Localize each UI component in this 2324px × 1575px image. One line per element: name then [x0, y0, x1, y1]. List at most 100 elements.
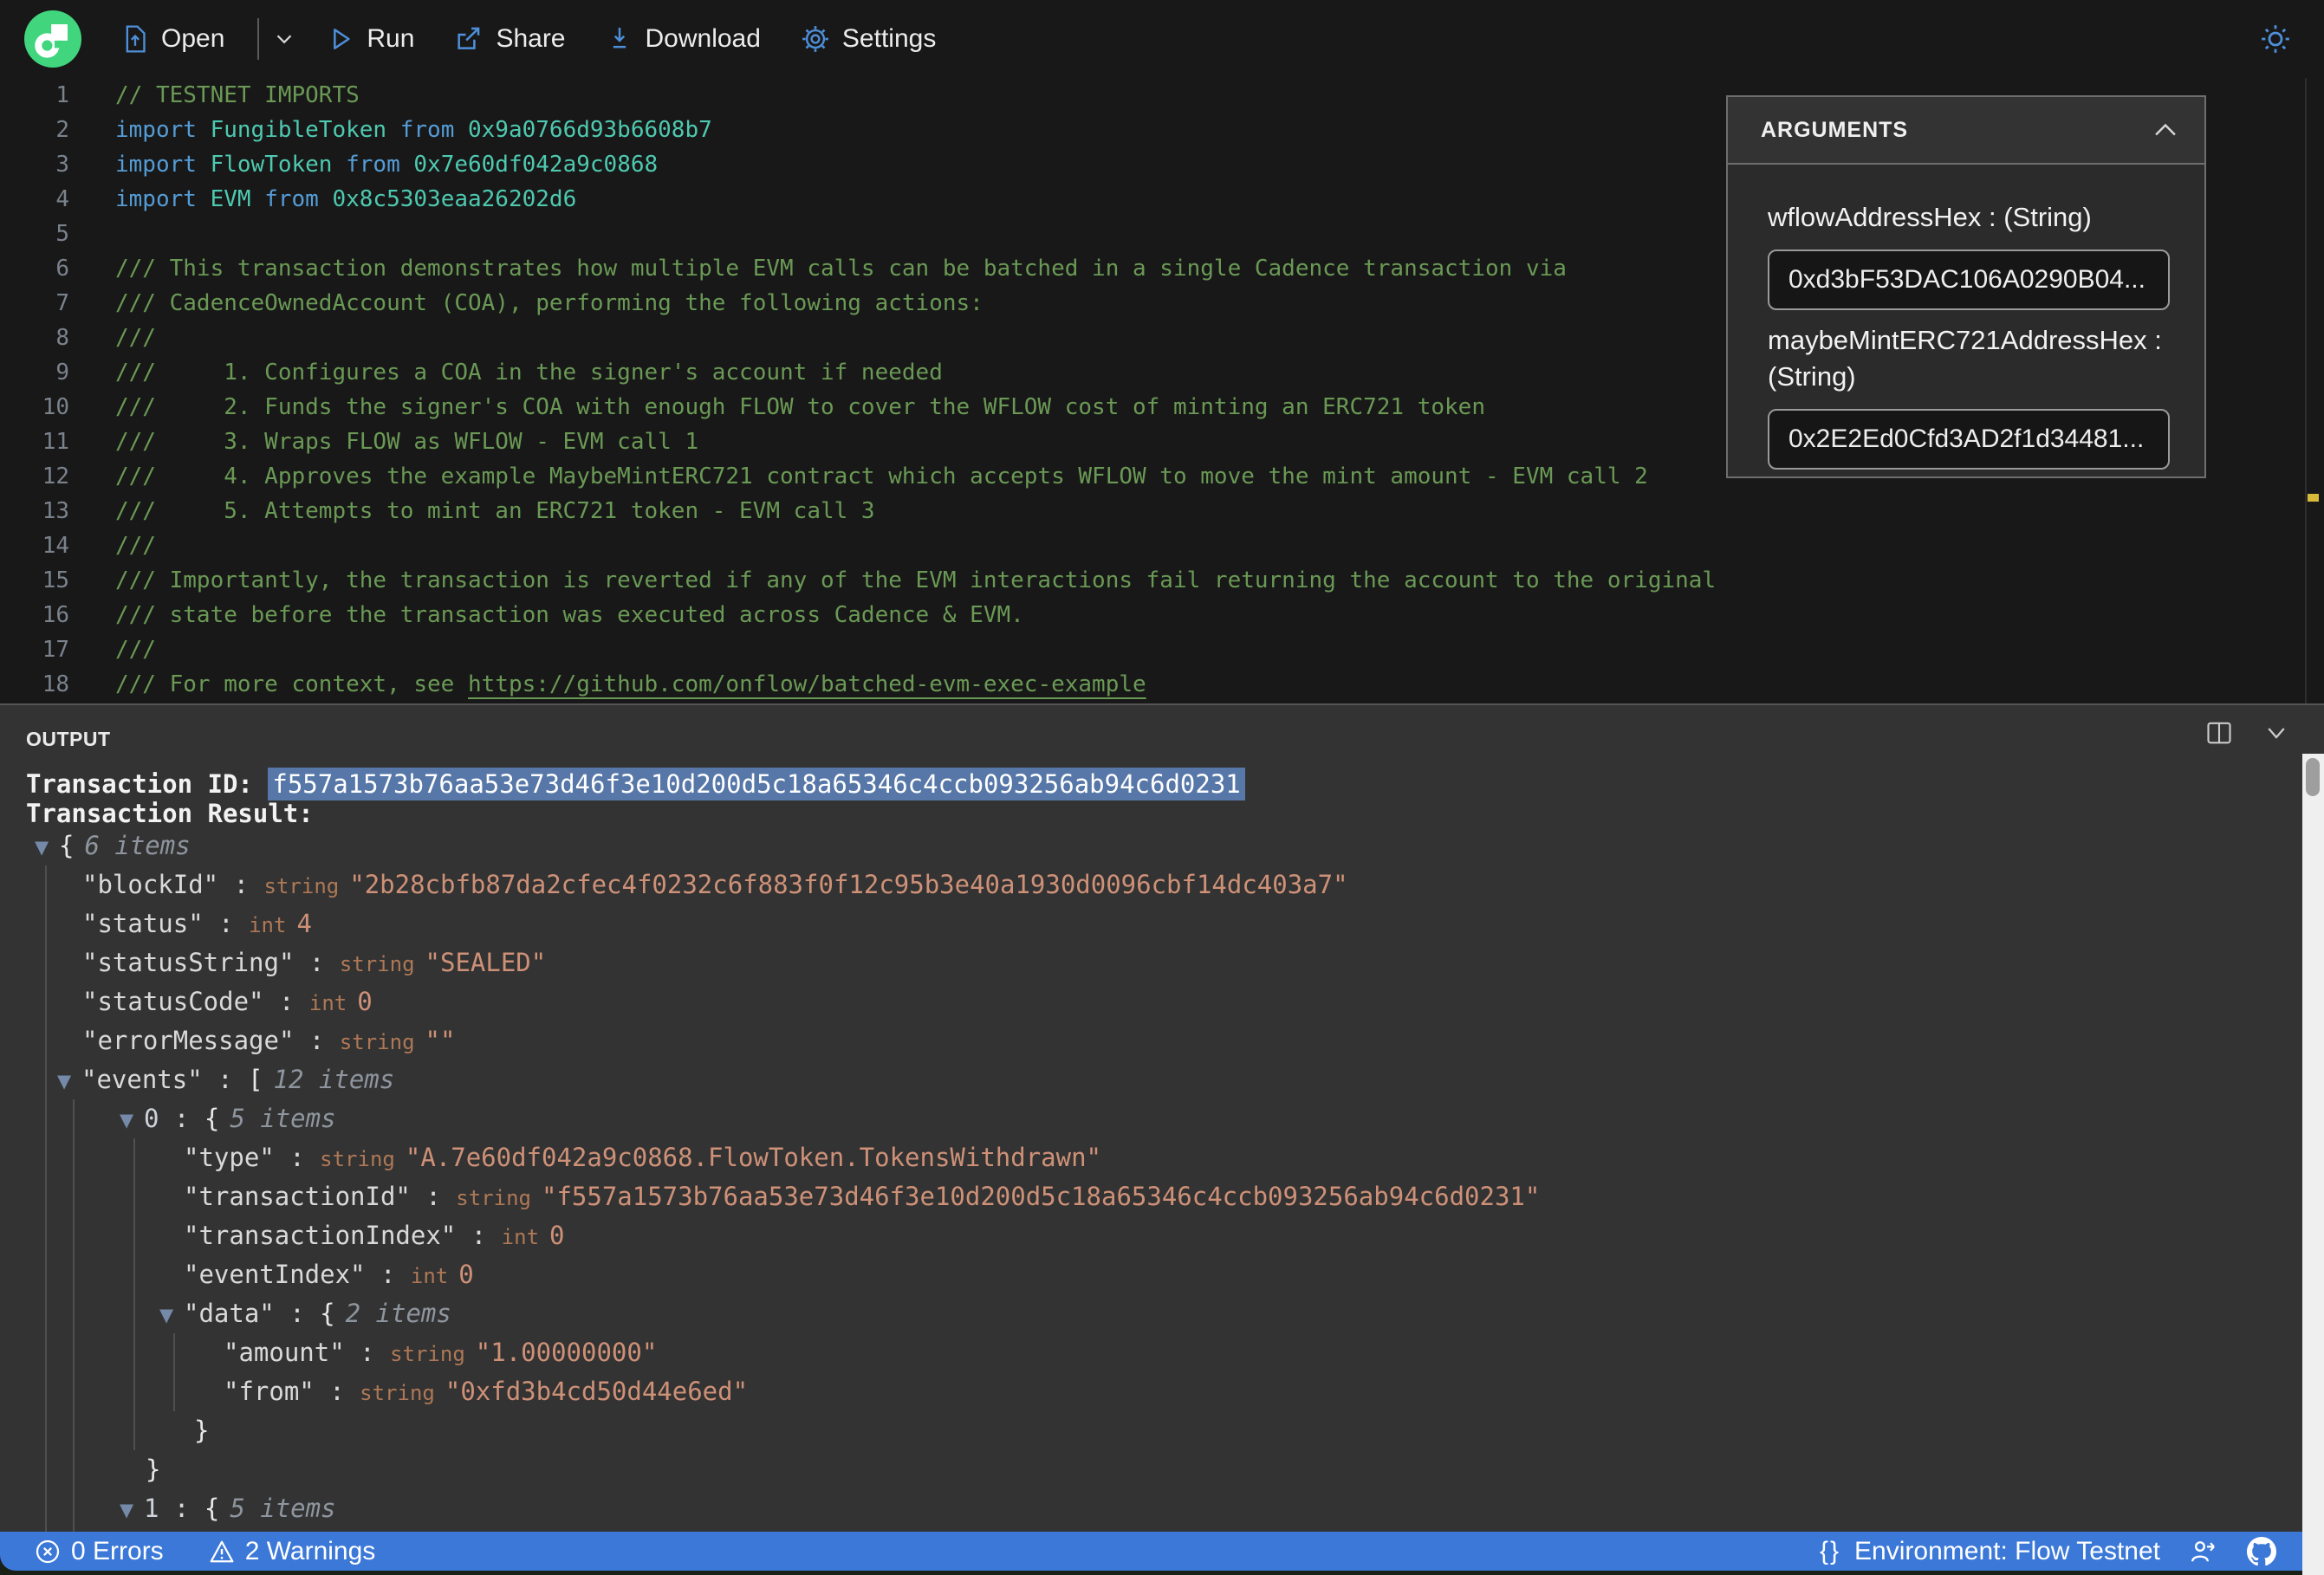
code-segment: // TESTNET IMPORTS	[115, 82, 360, 108]
theme-toggle-button[interactable]	[2258, 22, 2293, 56]
json-colon: :	[274, 1143, 321, 1172]
code-segment: ///	[115, 637, 156, 663]
line-number: 13	[42, 498, 69, 524]
json-type: string	[339, 1030, 415, 1054]
output-scrollbar-thumb[interactable]	[2306, 758, 2320, 796]
code-text: ///	[69, 528, 156, 563]
open-dropdown-button[interactable]	[271, 26, 297, 52]
json-row: }	[0, 1411, 2301, 1450]
json-num: 0	[549, 1221, 565, 1250]
json-meta: 5 items	[230, 1104, 336, 1133]
collapse-caret-icon[interactable]: ▼	[120, 1101, 144, 1140]
json-colon: :	[294, 1026, 340, 1055]
run-button[interactable]: Run	[327, 24, 414, 54]
json-brace: }	[194, 1416, 210, 1445]
json-row: "status" : int 4	[0, 904, 2301, 943]
chevron-down-icon	[277, 35, 292, 44]
code-segment: /// This transaction demonstrates how mu…	[115, 256, 1567, 282]
json-colon: :	[410, 1182, 457, 1211]
json-str: "1.00000000"	[475, 1338, 658, 1367]
chevron-down-icon[interactable]	[2263, 721, 2289, 745]
code-text: /// state before the transaction was exe…	[69, 598, 1024, 632]
json-brace: {	[204, 1494, 220, 1523]
open-button[interactable]: Open	[121, 24, 224, 54]
json-colon: :	[263, 987, 309, 1016]
code-segment: ///	[115, 325, 156, 351]
json-row: ▼ 0 : {5 items	[0, 1099, 2301, 1138]
json-meta: 2 items	[345, 1299, 451, 1328]
github-icon[interactable]	[2247, 1536, 2276, 1566]
line-number: 8	[55, 325, 69, 351]
open-label: Open	[161, 24, 225, 53]
run-label: Run	[367, 24, 415, 53]
warning-marker	[2308, 494, 2319, 502]
warnings-indicator[interactable]: 2 Warnings	[209, 1537, 375, 1566]
line-number: 16	[42, 602, 69, 628]
maybemint-address-input[interactable]: 0x2E2Ed0Cfd3AD2f1d34481...	[1768, 409, 2170, 470]
code-segment: /// 2. Funds the signer's COA with enoug…	[115, 394, 1485, 420]
json-brace: }	[146, 1455, 161, 1484]
transaction-id-row: Transaction ID: f557a1573b76aa53e73d46f3…	[26, 768, 1245, 800]
json-str: "0xfd3b4cd50d44e6ed"	[445, 1377, 749, 1406]
json-row: "blockId" : string "2b28cbfb87da2cfec4f02…	[0, 865, 2301, 904]
json-key: "data"	[184, 1299, 275, 1328]
errors-indicator[interactable]: 0 Errors	[35, 1537, 164, 1566]
code-segment: /// For more context, see	[115, 671, 468, 697]
code-segment: /// state before the transaction was exe…	[115, 602, 1024, 628]
download-label: Download	[645, 24, 761, 53]
json-type: int	[249, 913, 287, 937]
json-row: }	[0, 1450, 2301, 1489]
code-text: import EVM from 0x8c5303eaa26202d6	[69, 182, 576, 217]
json-row: "transactionIndex" : int 0	[0, 1216, 2301, 1255]
line-number: 10	[42, 394, 69, 420]
json-num: 0	[357, 987, 373, 1016]
code-link[interactable]: https://github.com/onflow/batched-evm-ex…	[468, 671, 1146, 697]
json-colon: :	[294, 948, 340, 977]
code-text: /// 4. Approves the example MaybeMintERC…	[69, 459, 1648, 494]
collapse-caret-icon[interactable]: ▼	[57, 1062, 81, 1101]
code-segment: import	[115, 152, 211, 178]
code-text: // TESTNET IMPORTS	[69, 78, 360, 113]
code-segment: from	[386, 117, 468, 143]
chevron-up-icon[interactable]	[2152, 120, 2178, 139]
code-segment: EVM	[210, 186, 251, 212]
settings-button[interactable]: Settings	[801, 24, 936, 54]
json-row: "statusCode" : int 0	[0, 982, 2301, 1021]
json-brace: {	[204, 1104, 220, 1133]
code-text: /// For more context, see https://github…	[69, 667, 1146, 702]
collapse-caret-icon[interactable]: ▼	[120, 1491, 144, 1530]
wflow-address-input[interactable]: 0xd3bF53DAC106A0290B04...	[1768, 250, 2170, 310]
json-row: ▼ "events" : [12 items	[0, 1060, 2301, 1099]
json-num: 0	[458, 1260, 474, 1289]
line-number: 3	[55, 152, 69, 178]
transaction-id-label: Transaction ID:	[26, 769, 269, 799]
argument-label: maybeMintERC721AddressHex : (String)	[1768, 325, 2162, 392]
line-number: 6	[55, 256, 69, 282]
split-editor-icon[interactable]	[2206, 721, 2232, 745]
editor-overview-ruler	[2305, 78, 2307, 703]
arguments-body: wflowAddressHex : (String) 0xd3bF53DAC10…	[1728, 165, 2204, 470]
status-bar: 0 Errors 2 Warnings {} Environment: Flow…	[0, 1532, 2302, 1571]
collapse-caret-icon[interactable]: ▼	[159, 1296, 184, 1335]
collapse-caret-icon[interactable]: ▼	[35, 828, 59, 867]
json-str: ""	[425, 1026, 456, 1055]
gear-icon	[802, 26, 828, 52]
download-button[interactable]: Download	[606, 24, 761, 54]
json-row: "statusString" : string "SEALED"	[0, 943, 2301, 982]
json-meta: 6 items	[84, 831, 191, 860]
feedback-icon[interactable]	[2190, 1538, 2217, 1565]
transaction-result-label: Transaction Result:	[26, 799, 314, 828]
errors-label: 0 Errors	[71, 1536, 164, 1565]
json-meta: 5 items	[230, 1494, 336, 1523]
json-num: 4	[296, 909, 312, 938]
code-text: /// 5. Attempts to mint an ERC721 token …	[69, 494, 875, 528]
line-number: 17	[42, 637, 69, 663]
code-segment: 0x8c5303eaa26202d6	[332, 186, 577, 212]
settings-label: Settings	[841, 24, 937, 53]
environment-indicator[interactable]: {} Environment: Flow Testnet	[1820, 1537, 2160, 1566]
code-line: 15 /// Importantly, the transaction is re…	[0, 563, 2324, 598]
json-colon: :	[344, 1338, 391, 1367]
json-brace: {	[320, 1299, 335, 1328]
share-button[interactable]: Share	[454, 24, 566, 54]
download-icon	[613, 27, 626, 49]
